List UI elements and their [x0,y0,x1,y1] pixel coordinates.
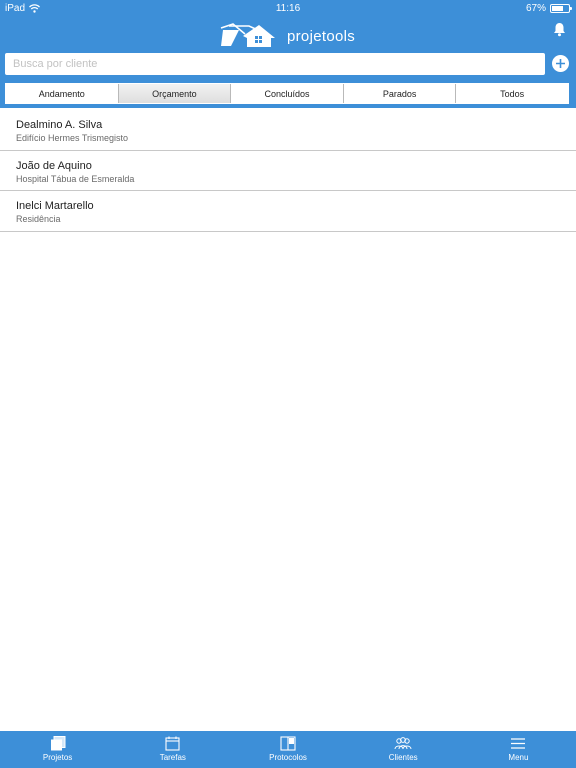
client-name: Inelci Martarello [16,200,94,212]
status-right: 67% [525,3,572,14]
add-project-button[interactable] [552,55,569,72]
bottom-tab-bar: Projetos Tarefas Protocolos Clientes Men… [0,731,576,768]
list-item[interactable]: Inelci Martarello Residência [0,191,576,232]
battery-percent: 67% [525,3,546,14]
calendar-icon [165,736,180,751]
tab-label: Parados [382,88,417,99]
tabbar-label: Protocolos [269,753,307,762]
tab-andamento[interactable]: Andamento [6,84,119,103]
tab-orcamento[interactable]: Orçamento [118,84,232,103]
client-name: João de Aquino [16,159,92,172]
battery-fill [552,6,563,11]
tab-label: Todos [500,88,525,99]
projects-icon [50,736,66,751]
client-search-input[interactable] [5,53,545,75]
tabbar-label: Projetos [42,753,73,762]
tab-parados[interactable]: Parados [343,84,457,103]
tabbar-tarefas[interactable]: Tarefas [115,731,230,768]
tab-label: Orçamento [152,88,197,99]
project-name: Hospital Tábua de Esmeralda [16,173,135,184]
project-name: Residência [16,214,61,224]
tab-label: Andamento [38,88,85,99]
clients-icon [394,737,412,750]
status-bar: iPad 11:16 67% [0,0,576,17]
list-item[interactable]: João de Aquino Hospital Tábua de Esmeral… [0,151,576,191]
tabbar-projetos[interactable]: Projetos [0,731,115,768]
tabbar-protocolos[interactable]: Protocolos [230,731,345,768]
battery-icon [550,4,572,13]
tab-label: Concluídos [264,88,310,99]
app-logo: projetools [219,20,355,48]
app-header: iPad 11:16 67% projetools Busca por clie… [0,0,576,108]
tab-concluidos[interactable]: Concluídos [231,84,344,103]
tabbar-label: Clientes [388,753,418,762]
list-item[interactable]: Dealmino A. Silva Edifício Hermes Trisme… [0,110,576,151]
tabbar-clientes[interactable]: Clientes [346,731,461,768]
project-list: Dealmino A. Silva Edifício Hermes Trisme… [0,110,576,232]
tabbar-label: Tarefas [159,753,186,762]
app-name: projetools [287,28,356,45]
menu-icon [511,738,526,749]
book-icon [280,736,296,751]
status-time: 11:16 [275,3,301,14]
project-name: Edifício Hermes Trismegisto [16,133,129,143]
notifications-bell-icon[interactable] [553,22,566,37]
tab-todos[interactable]: Todos [456,84,568,103]
status-filter-tabs: Andamento Orçamento Concluídos Parados T… [5,83,569,104]
client-name: Dealmino A. Silva [16,119,103,131]
plus-icon [556,59,565,68]
house-logo-icon [220,23,275,47]
tabbar-label: Menu [508,753,529,762]
tabbar-menu[interactable]: Menu [461,731,576,768]
